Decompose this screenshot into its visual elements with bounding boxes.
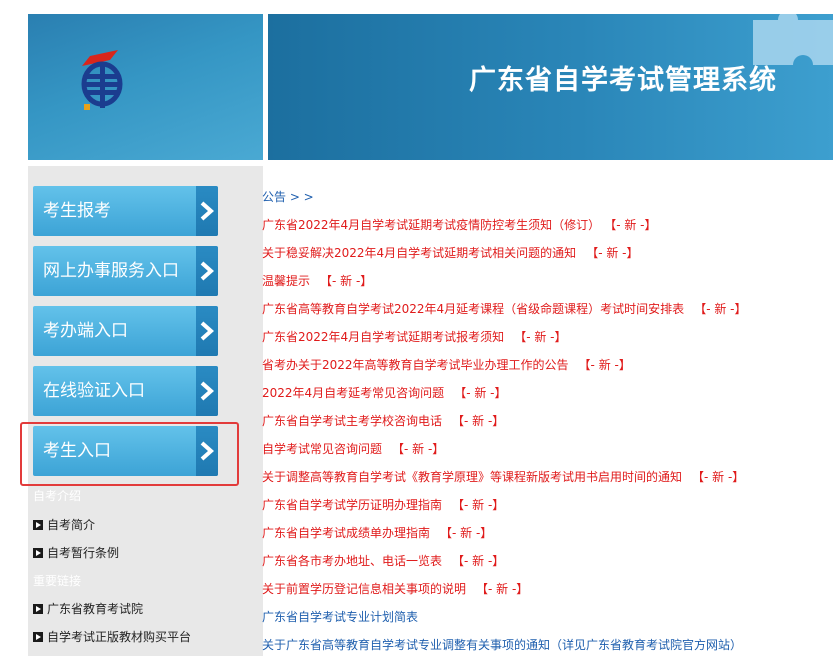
new-badge: 【- 新 -】 [452, 414, 505, 428]
nav-button-label: 在线验证入口 [43, 381, 145, 401]
notice-item[interactable]: 自学考试常见咨询问题 【- 新 -】 [262, 440, 444, 457]
new-badge: 【- 新 -】 [452, 498, 505, 512]
sidebar-link-label: 自考简介 [47, 518, 96, 532]
new-badge: 【- 新 -】 [610, 218, 657, 232]
new-badge: 【- 新 -】 [694, 302, 747, 316]
notice-item[interactable]: 广东省2022年4月自学考试延期考试疫情防控考生须知（修订） 【- 新 -】 [262, 216, 656, 233]
new-badge: 【- 新 -】 [578, 358, 631, 372]
chevron-right-icon [196, 366, 218, 416]
nav-button-exam-office[interactable]: 考办端入口 [33, 306, 218, 356]
notice-item[interactable]: 关于稳妥解决2022年4月自学考试延期考试相关问题的通知 【- 新 -】 [262, 244, 638, 261]
notice-item[interactable]: 广东省自学考试主考学校咨询电话 【- 新 -】 [262, 412, 504, 429]
highlight-annotation-box [20, 422, 239, 486]
nav-button-online-verification[interactable]: 在线验证入口 [33, 366, 218, 416]
chevron-right-icon [196, 306, 218, 356]
new-badge: 【- 新 -】 [692, 470, 745, 484]
new-badge: 【- 新 -】 [476, 582, 529, 596]
notice-item[interactable]: 2022年4月自考延考常见咨询问题 【- 新 -】 [262, 384, 506, 401]
sidebar-link-regulations[interactable]: 自考暂行条例 [33, 544, 119, 561]
new-badge: 【- 新 -】 [320, 274, 373, 288]
new-badge: 【- 新 -】 [454, 386, 507, 400]
sidebar-link-exam-authority[interactable]: 广东省教育考试院 [33, 600, 143, 617]
sidebar-link-label: 广东省教育考试院 [47, 602, 144, 616]
sidebar-link-label: 自学考试正版教材购买平台 [47, 630, 192, 644]
site-title: 广东省自学考试管理系统 [469, 65, 777, 96]
arrow-bullet-icon [33, 519, 43, 530]
new-badge: 【- 新 -】 [586, 246, 639, 260]
nav-button-online-services[interactable]: 网上办事服务入口 [33, 246, 218, 296]
arrow-bullet-icon [33, 603, 43, 614]
arrow-bullet-icon [33, 631, 43, 642]
notice-item[interactable]: 关于调整高等教育自学考试《教育学原理》等课程新版考试用书启用时间的通知 【- 新 … [262, 468, 744, 485]
sidebar-link-intro[interactable]: 自考简介 [33, 516, 95, 533]
sidebar-link-textbook-store[interactable]: 自学考试正版教材购买平台 [33, 628, 191, 645]
notice-item[interactable]: 广东省高等教育自学考试2022年4月延考课程（省级命题课程）考试时间安排表 【- … [262, 300, 746, 317]
section-heading-intro: 自考介绍 [33, 489, 82, 503]
notice-item[interactable]: 关于广东省高等教育自学考试专业调整有关事项的通知（详见广东省教育考试院官方网站） [262, 636, 742, 653]
nav-button-label: 网上办事服务入口 [43, 261, 179, 281]
header-banner: 广东省自学考试管理系统 [268, 14, 833, 160]
section-heading-links: 重要链接 [33, 574, 82, 588]
new-badge: 【- 新 -】 [440, 526, 493, 540]
notice-heading[interactable]: 公告 > > [262, 188, 314, 205]
new-badge: 【- 新 -】 [392, 442, 445, 456]
nav-button-label: 考办端入口 [43, 321, 128, 341]
notice-item[interactable]: 广东省自学考试成绩单办理指南 【- 新 -】 [262, 524, 492, 541]
notice-item[interactable]: 温馨提示 【- 新 -】 [262, 272, 372, 289]
notice-item[interactable]: 广东省自学考试专业计划简表 [262, 608, 418, 625]
nav-button-label: 考生报考 [43, 201, 111, 221]
nav-button-exam-registration[interactable]: 考生报考 [33, 186, 218, 236]
sidebar-link-label: 自考暂行条例 [47, 546, 120, 560]
sidebar: 考生报考 网上办事服务入口 考办端入口 在线验证入口 考生入口 自考介绍 自考简… [28, 166, 263, 656]
chevron-right-icon [196, 186, 218, 236]
chevron-right-icon [196, 246, 218, 296]
arrow-bullet-icon [33, 547, 43, 558]
notice-item[interactable]: 广东省各市考办地址、电话一览表 【- 新 -】 [262, 552, 504, 569]
notice-item[interactable]: 广东省2022年4月自学考试延期考试报考须知 【- 新 -】 [262, 328, 566, 345]
logo-icon [81, 50, 123, 110]
notice-item[interactable]: 广东省自学考试学历证明办理指南 【- 新 -】 [262, 496, 504, 513]
notice-item[interactable]: 关于前置学历登记信息相关事项的说明 【- 新 -】 [262, 580, 528, 597]
notice-item[interactable]: 省考办关于2022年高等教育自学考试毕业办理工作的公告 【- 新 -】 [262, 356, 631, 373]
new-badge: 【- 新 -】 [452, 554, 505, 568]
header-logo-panel [28, 14, 263, 160]
new-badge: 【- 新 -】 [514, 330, 567, 344]
